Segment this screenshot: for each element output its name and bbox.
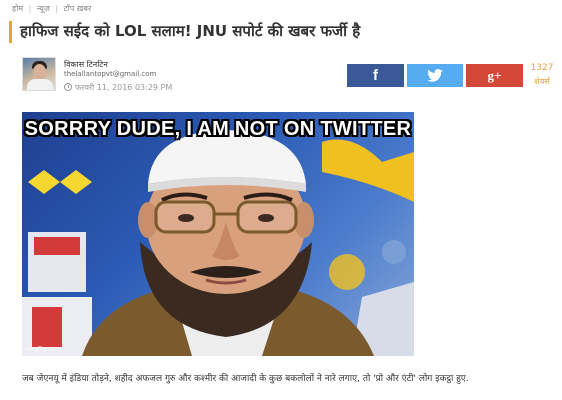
meme-caption: SORRRY DUDE, I AM NOT ON TWITTER: [24, 118, 412, 140]
article-body-text: जब जेएनयू में इंडिया तोड़ने, शहीद अफजल ग…: [22, 374, 469, 384]
breadcrumb-top-news-link[interactable]: टॉप ख़बर: [64, 4, 92, 13]
meme-image: [22, 130, 414, 356]
title-accent-bar: [9, 21, 12, 43]
share-count-number: 1327: [530, 63, 554, 73]
google-plus-share-button[interactable]: g+: [466, 64, 523, 87]
article-title: हाफिज सईद को LOL सलाम! JNU सपोर्ट की खबर…: [20, 22, 361, 40]
share-count: 1327 शेयर्स: [528, 63, 556, 87]
share-count-label: शेयर्स: [534, 77, 550, 86]
breadcrumb: होम | न्यूज़ | टॉप ख़बर: [12, 3, 94, 14]
facebook-icon: f: [373, 67, 378, 84]
post-date: फरवरी 11, 2016 03:29 PM: [64, 82, 172, 93]
author-email: thelallantopvt@gmail.com: [64, 70, 157, 78]
image-watermark: imgflip.com: [26, 346, 62, 353]
article-hero-image[interactable]: SORRRY DUDE, I AM NOT ON TWITTER imgflip…: [22, 112, 414, 356]
post-date-text: फरवरी 11, 2016 03:29 PM: [75, 83, 173, 92]
breadcrumb-news-link[interactable]: न्यूज़: [37, 4, 50, 13]
google-plus-icon: g+: [487, 67, 502, 83]
breadcrumb-separator: |: [55, 4, 59, 13]
breadcrumb-home-link[interactable]: होम: [12, 4, 23, 13]
facebook-share-button[interactable]: f: [347, 64, 404, 87]
twitter-share-button[interactable]: [407, 64, 463, 87]
breadcrumb-separator: |: [28, 4, 32, 13]
author-avatar[interactable]: [22, 57, 56, 91]
clock-icon: [64, 83, 72, 91]
twitter-bird-icon: [427, 69, 443, 82]
author-name[interactable]: विकास टिनटिन: [64, 59, 108, 70]
